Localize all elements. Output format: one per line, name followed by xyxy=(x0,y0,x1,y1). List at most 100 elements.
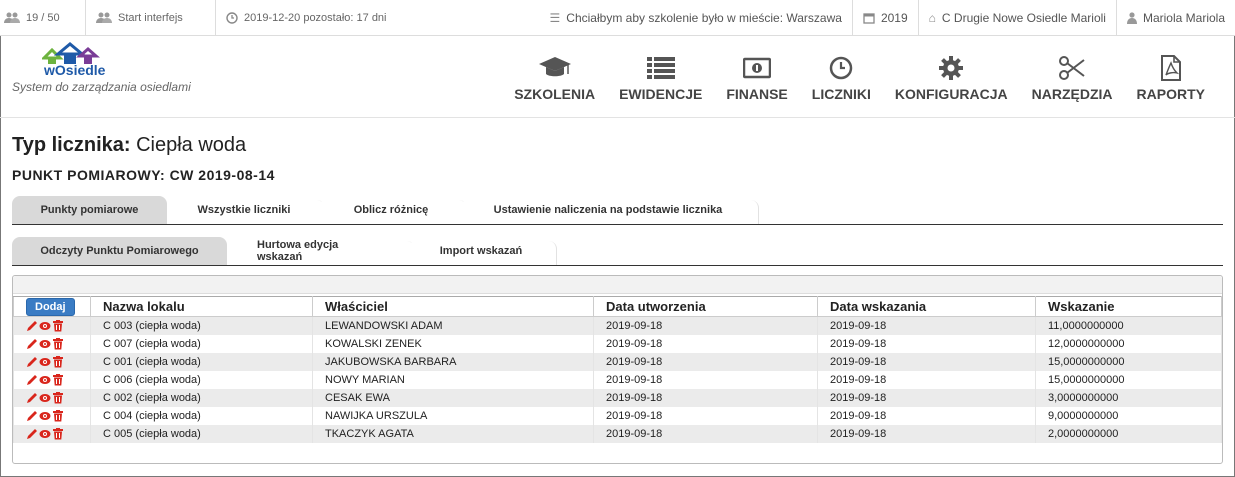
sub-tabs: Odczyty Punktu Pomiarowego Hurtowa edycj… xyxy=(12,237,1223,266)
table-cell: 2019-09-18 xyxy=(817,424,1036,443)
table-row: C 006 (ciepła woda) NOWY MARIAN 2019-09-18… xyxy=(13,370,1222,389)
edit-pencil-icon[interactable] xyxy=(26,428,38,440)
row-actions xyxy=(13,316,91,335)
tab-ustawienie-naliczenia[interactable]: Ustawienie naliczenia na podstawie liczn… xyxy=(463,196,759,224)
start-interface-link[interactable]: Start interfejs xyxy=(86,0,216,36)
edit-pencil-icon[interactable] xyxy=(26,392,38,404)
nav-label: EWIDENCJE xyxy=(619,86,703,102)
money-icon xyxy=(740,54,774,82)
edit-pencil-icon[interactable] xyxy=(26,374,38,386)
main-nav: SZKOLENIA EWIDENCJE FINANSE LICZNIKI KON… xyxy=(490,54,1205,102)
edit-pencil-icon[interactable] xyxy=(26,338,38,350)
user-name: Mariola Mariola xyxy=(1142,11,1225,25)
table-cell: 2019-09-18 xyxy=(593,406,818,425)
users-icon xyxy=(4,12,20,23)
calendar-icon xyxy=(863,13,875,24)
tab-import-wskazan[interactable]: Import wskazań xyxy=(411,237,557,265)
top-bar: 19 / 50 Start interfejs 2019-12-20 pozos… xyxy=(0,0,1235,36)
delete-trash-icon[interactable] xyxy=(52,337,64,350)
delete-trash-icon[interactable] xyxy=(52,355,64,368)
tab-label: Punkty pomiarowe xyxy=(40,204,139,216)
table-cell: CESAK EWA xyxy=(312,388,594,407)
tab-label: Wszystkie liczniki xyxy=(197,204,291,216)
table-cell: 2019-09-18 xyxy=(817,316,1036,335)
view-eye-icon[interactable] xyxy=(39,428,51,440)
year-selector[interactable]: 2019 xyxy=(853,0,919,36)
tab-label: Ustawienie naliczenia na podstawie liczn… xyxy=(493,204,723,216)
estate-selector[interactable]: ⌂ C Drugie Nowe Osiedle Marioli xyxy=(919,0,1117,36)
table-cell: 9,0000000000 xyxy=(1035,406,1222,425)
table-row: C 001 (ciepła woda) JAKUBOWSKA BARBARA 201… xyxy=(13,352,1222,371)
nav-ewidencje[interactable]: EWIDENCJE xyxy=(619,54,702,102)
tab-odczyty[interactable]: Odczyty Punktu Pomiarowego xyxy=(12,237,227,265)
table-cell: 12,0000000000 xyxy=(1035,334,1222,353)
nav-label: FINANSE xyxy=(726,86,788,102)
readings-table: Dodaj Nazwa lokalu Właściciel Data utwor… xyxy=(13,296,1222,443)
col-header-nazwa[interactable]: Nazwa lokalu xyxy=(90,296,313,317)
tab-divider xyxy=(549,241,557,265)
table-cell: 15,0000000000 xyxy=(1035,370,1222,389)
nav-label: RAPORTY xyxy=(1136,86,1205,102)
row-actions xyxy=(13,424,91,443)
row-actions xyxy=(13,406,91,425)
gear-icon xyxy=(934,54,968,82)
table-cell: C 005 (ciepła woda) xyxy=(90,424,313,443)
view-eye-icon[interactable] xyxy=(39,320,51,332)
nav-raporty[interactable]: RAPORTY xyxy=(1137,54,1205,102)
nav-finanse[interactable]: FINANSE xyxy=(726,54,788,102)
home-icon: ⌂ xyxy=(928,11,936,25)
delete-trash-icon[interactable] xyxy=(52,427,64,440)
tab-oblicz-roznice[interactable]: Oblicz różnicę xyxy=(321,196,467,224)
nav-narzedzia[interactable]: NARZĘDZIA xyxy=(1032,54,1113,102)
view-eye-icon[interactable] xyxy=(39,392,51,404)
table-cell: 2019-09-18 xyxy=(817,388,1036,407)
tab-wszystkie-liczniki[interactable]: Wszystkie liczniki xyxy=(169,196,325,224)
nav-label: LICZNIKI xyxy=(811,86,871,102)
readings-panel: Dodaj Nazwa lokalu Właściciel Data utwor… xyxy=(12,275,1223,464)
delete-trash-icon[interactable] xyxy=(52,409,64,422)
add-button[interactable]: Dodaj xyxy=(26,297,75,316)
tab-punkty-pomiarowe[interactable]: Punkty pomiarowe xyxy=(12,196,167,224)
tagline: System do zarządzania osiedlami xyxy=(12,80,191,94)
delete-trash-icon[interactable] xyxy=(52,373,64,386)
training-wish[interactable]: ☰ Chciałbym aby szkolenie było w mieście… xyxy=(540,0,853,36)
col-header-data-utworzenia[interactable]: Data utworzenia xyxy=(593,296,818,317)
page-title: Typ licznika: Ciepła woda xyxy=(12,134,246,157)
delete-trash-icon[interactable] xyxy=(52,391,64,404)
header: wOsiedle System do zarządzania osiedlami… xyxy=(0,36,1235,118)
col-header-wlasciciel[interactable]: Właściciel xyxy=(312,296,594,317)
graduation-cap-icon xyxy=(538,54,572,82)
nav-label: SZKOLENIA xyxy=(514,86,596,102)
user-menu[interactable]: Mariola Mariola xyxy=(1117,0,1235,36)
edit-pencil-icon[interactable] xyxy=(26,356,38,368)
edit-pencil-icon[interactable] xyxy=(26,320,38,332)
view-eye-icon[interactable] xyxy=(39,374,51,386)
nav-konfiguracja[interactable]: KONFIGURACJA xyxy=(895,54,1008,102)
nav-szkolenia[interactable]: SZKOLENIA xyxy=(514,54,595,102)
year-text: 2019 xyxy=(880,11,908,25)
view-eye-icon[interactable] xyxy=(39,338,51,350)
nav-liczniki[interactable]: LICZNIKI xyxy=(812,54,871,102)
table-cell: 3,0000000000 xyxy=(1035,388,1222,407)
table-cell: 2019-09-18 xyxy=(817,406,1036,425)
tab-label: Odczyty Punktu Pomiarowego xyxy=(40,245,199,257)
table-cell: NAWIJKA URSZULA xyxy=(312,406,594,425)
panel-header xyxy=(13,276,1222,294)
table-cell: 11,0000000000 xyxy=(1035,316,1222,335)
nav-label: KONFIGURACJA xyxy=(894,86,1008,102)
deadline-info: 2019-12-20 pozostało: 17 dni xyxy=(216,0,540,36)
col-header-wskazanie[interactable]: Wskazanie xyxy=(1035,296,1222,317)
table-header-row: Dodaj Nazwa lokalu Właściciel Data utwor… xyxy=(13,296,1222,317)
view-eye-icon[interactable] xyxy=(39,356,51,368)
edit-pencil-icon[interactable] xyxy=(26,410,38,422)
table-body: C 003 (ciepła woda) LEWANDOWSKI ADAM 2019-… xyxy=(13,316,1222,443)
tab-hurtowa-edycja[interactable]: Hurtowa edycja wskazań xyxy=(229,237,415,265)
table-cell: C 002 (ciepła woda) xyxy=(90,388,313,407)
col-header-data-wskazania[interactable]: Data wskazania xyxy=(817,296,1036,317)
table-row: C 003 (ciepła woda) LEWANDOWSKI ADAM 2019-… xyxy=(13,316,1222,335)
view-eye-icon[interactable] xyxy=(39,410,51,422)
table-row: C 004 (ciepła woda) NAWIJKA URSZULA 2019-0… xyxy=(13,406,1222,425)
user-counter[interactable]: 19 / 50 xyxy=(0,0,86,36)
table-cell: C 007 (ciepła woda) xyxy=(90,334,313,353)
delete-trash-icon[interactable] xyxy=(52,319,64,332)
